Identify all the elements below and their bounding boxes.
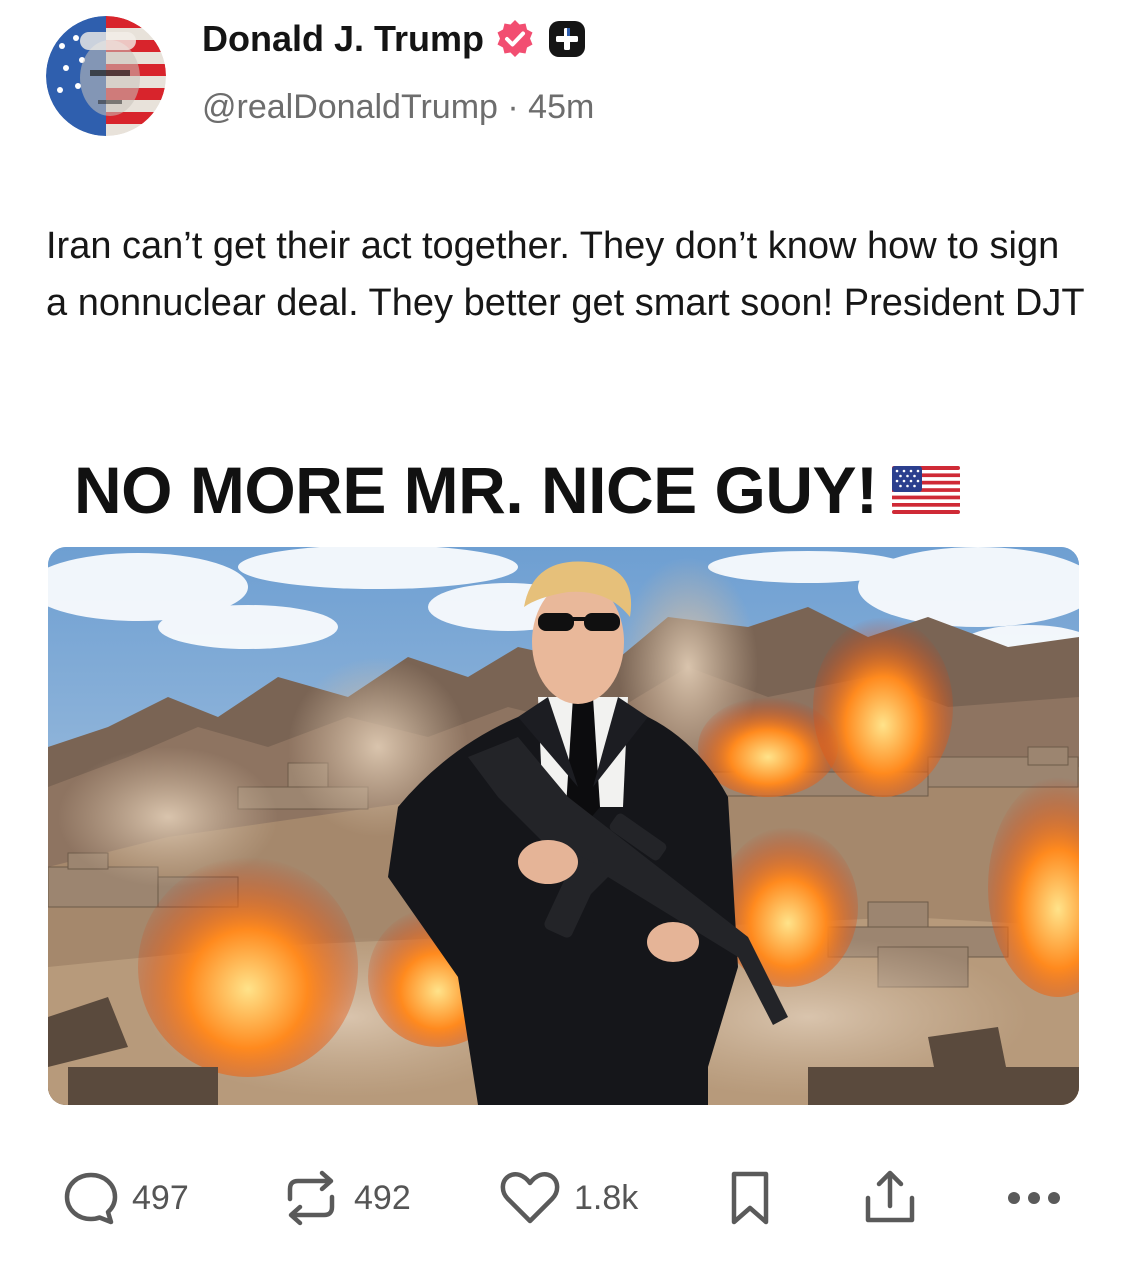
author-handle[interactable]: @realDonaldTrump xyxy=(202,88,498,126)
media-scene xyxy=(48,547,1079,1105)
share-icon xyxy=(865,1170,915,1223)
avatar-image xyxy=(46,16,166,136)
like-button[interactable]: 1.8k xyxy=(498,1160,638,1236)
media-headline-text: NO MORE MR. NICE GUY! xyxy=(74,453,878,527)
author-handle-line: @realDonaldTrump · 45m xyxy=(202,88,594,127)
separator-dot: · xyxy=(507,88,519,126)
heart-icon xyxy=(500,1172,560,1224)
post-time[interactable]: 45m xyxy=(528,88,594,126)
reply-icon xyxy=(64,1172,118,1225)
avatar[interactable] xyxy=(46,16,166,136)
verified-icon xyxy=(497,20,533,57)
post-media-image[interactable] xyxy=(48,547,1079,1105)
repost-count: 492 xyxy=(354,1178,411,1217)
plus-badge-icon xyxy=(549,21,586,57)
share-button[interactable] xyxy=(860,1160,920,1236)
bookmark-icon xyxy=(731,1171,769,1225)
repost-button[interactable]: 492 xyxy=(280,1160,411,1236)
more-button[interactable] xyxy=(1004,1160,1064,1236)
author-display-name[interactable]: Donald J. Trump xyxy=(202,18,484,60)
bookmark-button[interactable] xyxy=(722,1160,778,1236)
media-headline: NO MORE MR. NICE GUY! xyxy=(74,452,960,528)
more-icon xyxy=(1008,1192,1060,1204)
repost-icon xyxy=(287,1170,335,1226)
us-flag-icon xyxy=(891,466,960,514)
author-name-row: Donald J. Trump xyxy=(202,18,588,60)
reply-button[interactable]: 497 xyxy=(62,1160,189,1236)
post-actions-bar: 497 492 1.8k xyxy=(0,1160,1127,1240)
reply-count: 497 xyxy=(132,1178,189,1217)
like-count: 1.8k xyxy=(574,1178,639,1217)
post-text: Iran can’t get their act together. They … xyxy=(46,225,1085,324)
